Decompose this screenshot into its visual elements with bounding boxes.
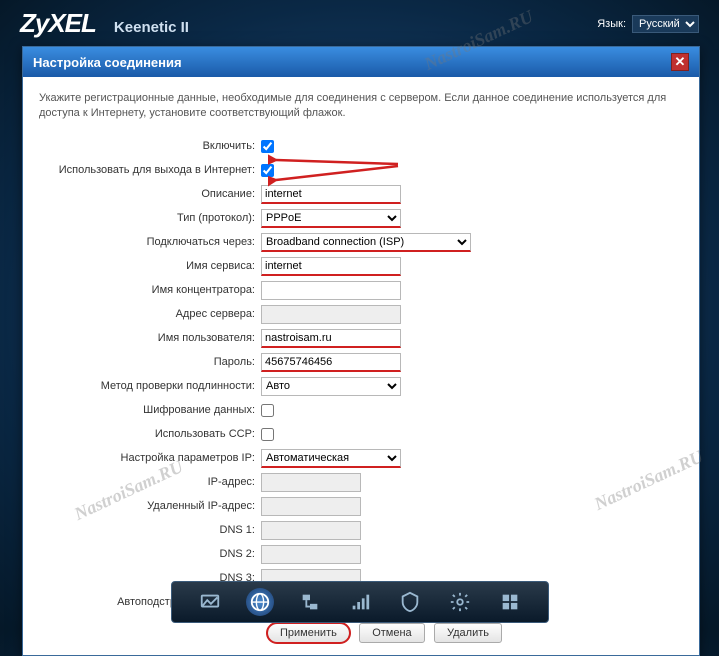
ip-config-select[interactable]: Автоматическая <box>261 449 401 468</box>
top-bar: ZyXEL Keenetic II Язык: Русский <box>0 0 719 43</box>
cancel-button[interactable]: Отмена <box>359 623 424 643</box>
brand-logo: ZyXEL <box>20 8 96 39</box>
encryption-checkbox[interactable] <box>261 404 274 417</box>
password-label: Пароль: <box>39 356 261 368</box>
language-select[interactable]: Русский <box>632 15 699 33</box>
ip-address-input <box>261 473 361 492</box>
shield-icon[interactable] <box>396 588 424 616</box>
remote-ip-label: Удаленный IP-адрес: <box>39 500 261 512</box>
server-address-label: Адрес сервера: <box>39 308 261 320</box>
dns1-label: DNS 1: <box>39 524 261 536</box>
language-label: Язык: <box>597 18 626 30</box>
password-input[interactable] <box>261 353 401 372</box>
dialog-titlebar: Настройка соединения ✕ <box>23 47 699 77</box>
server-address-input <box>261 305 401 324</box>
apps-icon[interactable] <box>496 588 524 616</box>
globe-icon[interactable] <box>246 588 274 616</box>
description-input[interactable] <box>261 185 401 204</box>
bottom-navbar <box>171 581 549 623</box>
enable-label: Включить: <box>39 140 261 152</box>
settings-dialog: Настройка соединения ✕ Укажите регистрац… <box>22 46 700 656</box>
auth-method-select[interactable]: Авто <box>261 377 401 396</box>
network-icon[interactable] <box>296 588 324 616</box>
dns1-input <box>261 521 361 540</box>
username-input[interactable] <box>261 329 401 348</box>
remote-ip-input <box>261 497 361 516</box>
internet-label: Использовать для выхода в Интернет: <box>39 164 261 176</box>
dns2-input <box>261 545 361 564</box>
apply-button[interactable]: Применить <box>267 623 350 643</box>
description-label: Описание: <box>39 188 261 200</box>
service-input[interactable] <box>261 257 401 276</box>
protocol-select[interactable]: PPPoE <box>261 209 401 228</box>
dialog-title-text: Настройка соединения <box>33 55 182 70</box>
concentrator-label: Имя концентратора: <box>39 284 261 296</box>
connect-via-label: Подключаться через: <box>39 236 261 248</box>
model-name: Keenetic II <box>114 19 189 36</box>
gear-icon[interactable] <box>446 588 474 616</box>
intro-text: Укажите регистрационные данные, необходи… <box>39 91 683 122</box>
concentrator-input[interactable] <box>261 281 401 300</box>
dns2-label: DNS 2: <box>39 548 261 560</box>
delete-button[interactable]: Удалить <box>434 623 502 643</box>
internet-checkbox[interactable] <box>261 164 274 177</box>
encryption-label: Шифрование данных: <box>39 404 261 416</box>
ip-address-label: IP-адрес: <box>39 476 261 488</box>
protocol-label: Тип (протокол): <box>39 212 261 224</box>
monitor-icon[interactable] <box>196 588 224 616</box>
service-label: Имя сервиса: <box>39 260 261 272</box>
connect-via-select[interactable]: Broadband connection (ISP) <box>261 233 471 252</box>
ip-config-label: Настройка параметров IP: <box>39 452 261 464</box>
close-icon[interactable]: ✕ <box>671 53 689 71</box>
language-selector: Язык: Русский <box>597 15 699 33</box>
auth-method-label: Метод проверки подлинности: <box>39 380 261 392</box>
enable-checkbox[interactable] <box>261 140 274 153</box>
ccp-label: Использовать CCP: <box>39 428 261 440</box>
ccp-checkbox[interactable] <box>261 428 274 441</box>
username-label: Имя пользователя: <box>39 332 261 344</box>
wifi-icon[interactable] <box>346 588 374 616</box>
